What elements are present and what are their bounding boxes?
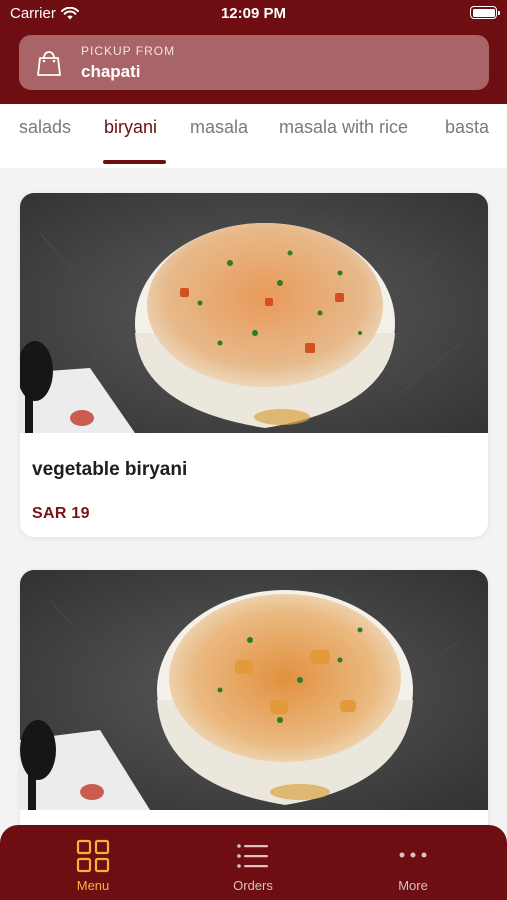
- pickup-label: PICKUP FROM: [81, 44, 176, 58]
- status-bar: Carrier 12:09 PM: [0, 0, 507, 28]
- menu-item-price: SAR 19: [32, 505, 90, 522]
- bottom-nav: Menu Orders More: [0, 825, 507, 900]
- pickup-location-selector[interactable]: PICKUP FROM chapati: [19, 35, 489, 90]
- pickup-store-name: chapati: [81, 62, 141, 81]
- nav-more-label: More: [398, 878, 428, 893]
- battery-icon: [470, 6, 500, 19]
- status-time: 12:09 PM: [220, 5, 287, 22]
- shopping-bag-icon: [37, 51, 61, 76]
- menu-item-card[interactable]: vegetable biryani SAR 19: [20, 193, 488, 537]
- menu-item-image: [20, 193, 488, 433]
- active-tab-indicator: [103, 160, 166, 164]
- grid-icon: [76, 839, 110, 873]
- tab-biryani[interactable]: biryani: [104, 117, 157, 138]
- nav-orders[interactable]: Orders: [193, 839, 313, 893]
- tab-masala-with-rice[interactable]: masala with rice: [279, 117, 408, 138]
- header: Carrier 12:09 PM PICKUP FROM chapati: [0, 0, 507, 104]
- tab-basta[interactable]: basta: [445, 117, 489, 138]
- nav-more[interactable]: More: [353, 839, 473, 893]
- tab-masala[interactable]: masala: [190, 117, 248, 138]
- category-tabs: salads biryani masala masala with rice b…: [0, 104, 507, 168]
- menu-item-name: vegetable biryani: [32, 459, 188, 480]
- more-dots-icon: [399, 852, 427, 858]
- nav-menu[interactable]: Menu: [33, 839, 153, 893]
- tab-salads[interactable]: salads: [19, 117, 71, 138]
- app-screen: Carrier 12:09 PM PICKUP FROM chapati sal…: [0, 0, 507, 900]
- nav-menu-label: Menu: [76, 878, 110, 893]
- list-icon: [237, 844, 268, 868]
- nav-orders-label: Orders: [233, 878, 273, 893]
- menu-item-image: [20, 570, 488, 810]
